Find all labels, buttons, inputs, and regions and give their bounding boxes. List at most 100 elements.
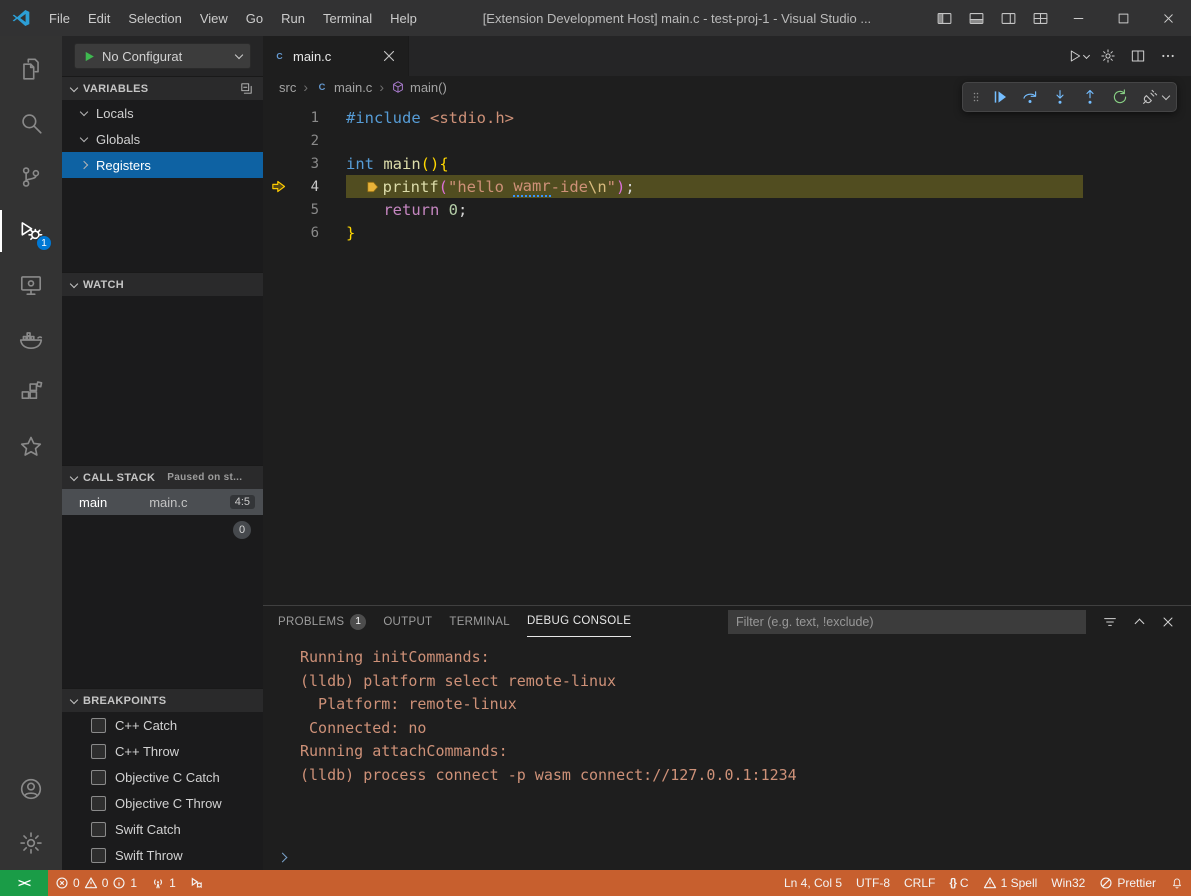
toggle-secondary-sidebar-button[interactable] — [992, 0, 1024, 36]
menu-help[interactable]: Help — [381, 0, 426, 36]
breakpoint-checkbox[interactable] — [91, 822, 106, 837]
activity-run-and-debug[interactable]: 1 — [0, 204, 62, 258]
close-button[interactable] — [1146, 0, 1191, 36]
run-or-debug-button[interactable] — [1064, 43, 1091, 70]
toolbar-drag-handle[interactable] — [968, 84, 984, 110]
ports-status[interactable]: 1 — [144, 870, 183, 896]
maximize-button[interactable] — [1101, 0, 1146, 36]
menu-terminal[interactable]: Terminal — [314, 0, 381, 36]
code-text: } — [346, 224, 355, 242]
panel-tab-label: TERMINAL — [449, 616, 510, 628]
customize-layout-button[interactable] — [1024, 0, 1056, 36]
panel-tab-debug-console[interactable]: DEBUG CONSOLE — [527, 606, 631, 637]
code-editor[interactable]: 1#include <stdio.h>23int main(){4 printf… — [263, 98, 1191, 605]
step-over-button[interactable] — [1016, 84, 1044, 110]
minimize-button[interactable] — [1056, 0, 1101, 36]
breadcrumb-item[interactable]: src — [279, 80, 296, 95]
code-line[interactable]: 2 — [263, 129, 1191, 152]
panel-tab-problems[interactable]: PROBLEMS1 — [278, 606, 366, 637]
variables-section-header[interactable]: VARIABLES — [62, 76, 263, 100]
breakpoint-checkbox[interactable] — [91, 796, 106, 811]
debug-status[interactable] — [183, 870, 211, 896]
tab-close-icon[interactable] — [380, 47, 398, 65]
variables-item-locals[interactable]: Locals — [62, 100, 263, 126]
breadcrumb-item[interactable]: main() — [391, 80, 447, 95]
breakpoint-gutter[interactable] — [263, 178, 293, 195]
encoding-indicator[interactable]: UTF-8 — [849, 870, 897, 896]
menu-file[interactable]: File — [40, 0, 79, 36]
close-panel-button[interactable] — [1155, 609, 1181, 635]
debug-console-input[interactable] — [263, 844, 1191, 870]
spell-checker-status[interactable]: 1 Spell — [976, 870, 1045, 896]
panel-tab-output[interactable]: OUTPUT — [383, 606, 432, 637]
formatter-status[interactable]: Prettier — [1092, 870, 1163, 896]
breakpoint-checkbox[interactable] — [91, 848, 106, 863]
activity-remote-explorer[interactable] — [0, 258, 62, 312]
split-editor-button[interactable] — [1124, 43, 1151, 70]
step-out-button[interactable] — [1076, 84, 1104, 110]
variables-item-globals[interactable]: Globals — [62, 126, 263, 152]
language-mode[interactable]: {} C — [942, 870, 975, 896]
menu-selection[interactable]: Selection — [119, 0, 190, 36]
toggle-sidebar-button[interactable] — [928, 0, 960, 36]
tab-main-c[interactable]: C main.c — [263, 36, 409, 76]
code-line-content[interactable]: return 0; — [346, 198, 1191, 221]
panel-tab-terminal[interactable]: TERMINAL — [449, 606, 510, 637]
breakpoint-row[interactable]: Swift Throw — [62, 842, 263, 868]
menu-view[interactable]: View — [191, 0, 237, 36]
code-line[interactable]: 5 return 0; — [263, 198, 1191, 221]
activity-settings[interactable] — [0, 816, 62, 870]
docker-icon — [18, 326, 44, 352]
activity-extensions[interactable] — [0, 366, 62, 420]
code-line-content[interactable] — [346, 129, 1191, 152]
activity-source-control[interactable] — [0, 150, 62, 204]
breakpoint-row[interactable]: C++ Throw — [62, 738, 263, 764]
step-into-button[interactable] — [1046, 84, 1074, 110]
cursor-position[interactable]: Ln 4, Col 5 — [777, 870, 849, 896]
toggle-panel-button[interactable] — [960, 0, 992, 36]
breadcrumb-item[interactable]: Cmain.c — [315, 80, 372, 95]
activity-accounts[interactable] — [0, 762, 62, 816]
activity-search[interactable] — [0, 96, 62, 150]
code-line-content[interactable]: } — [346, 221, 1191, 244]
code-line-content[interactable]: int main(){ — [346, 152, 1191, 175]
breakpoint-checkbox[interactable] — [91, 718, 106, 733]
breakpoint-checkbox[interactable] — [91, 770, 106, 785]
code-line[interactable]: 3int main(){ — [263, 152, 1191, 175]
code-line[interactable]: 6} — [263, 221, 1191, 244]
activity-favorites[interactable] — [0, 420, 62, 474]
breakpoint-row[interactable]: Objective C Throw — [62, 790, 263, 816]
breakpoint-checkbox[interactable] — [91, 744, 106, 759]
remote-indicator[interactable]: >< — [0, 870, 48, 896]
activity-bar: 1 — [0, 36, 62, 870]
code-line[interactable]: 4 printf("hello wamr-ide\n"); — [263, 175, 1191, 198]
menu-go[interactable]: Go — [237, 0, 272, 36]
menu-edit[interactable]: Edit — [79, 0, 119, 36]
activity-explorer[interactable] — [0, 42, 62, 96]
breakpoint-row[interactable]: Swift Catch — [62, 816, 263, 842]
editor-settings-button[interactable] — [1094, 43, 1121, 70]
breakpoint-row[interactable]: Objective C Catch — [62, 764, 263, 790]
call-stack-section-header[interactable]: CALL STACK Paused on st... — [62, 465, 263, 489]
platform-indicator[interactable]: Win32 — [1044, 870, 1092, 896]
maximize-panel-button[interactable] — [1126, 609, 1152, 635]
console-filter-input[interactable] — [728, 610, 1086, 634]
more-actions-button[interactable] — [1154, 43, 1181, 70]
watch-section-header[interactable]: WATCH — [62, 272, 263, 296]
restart-button[interactable] — [1106, 84, 1134, 110]
activity-docker[interactable] — [0, 312, 62, 366]
launch-config-dropdown[interactable]: No Configurat — [74, 43, 251, 69]
notifications-bell[interactable] — [1163, 870, 1191, 896]
problems-status[interactable]: 0 0 1 — [48, 870, 144, 896]
menu-run[interactable]: Run — [272, 0, 314, 36]
collapse-all-icon[interactable] — [239, 81, 254, 96]
variables-item-registers[interactable]: Registers — [62, 152, 263, 178]
stack-frame-row[interactable]: main main.c 4:5 — [62, 489, 263, 515]
eol-indicator[interactable]: CRLF — [897, 870, 942, 896]
code-line-content[interactable]: printf("hello wamr-ide\n"); — [346, 175, 1191, 198]
breakpoints-section-header[interactable]: BREAKPOINTS — [62, 688, 263, 712]
filter-button[interactable] — [1097, 609, 1123, 635]
breakpoint-row[interactable]: C++ Catch — [62, 712, 263, 738]
continue-button[interactable] — [986, 84, 1014, 110]
disconnect-button[interactable] — [1136, 84, 1164, 110]
